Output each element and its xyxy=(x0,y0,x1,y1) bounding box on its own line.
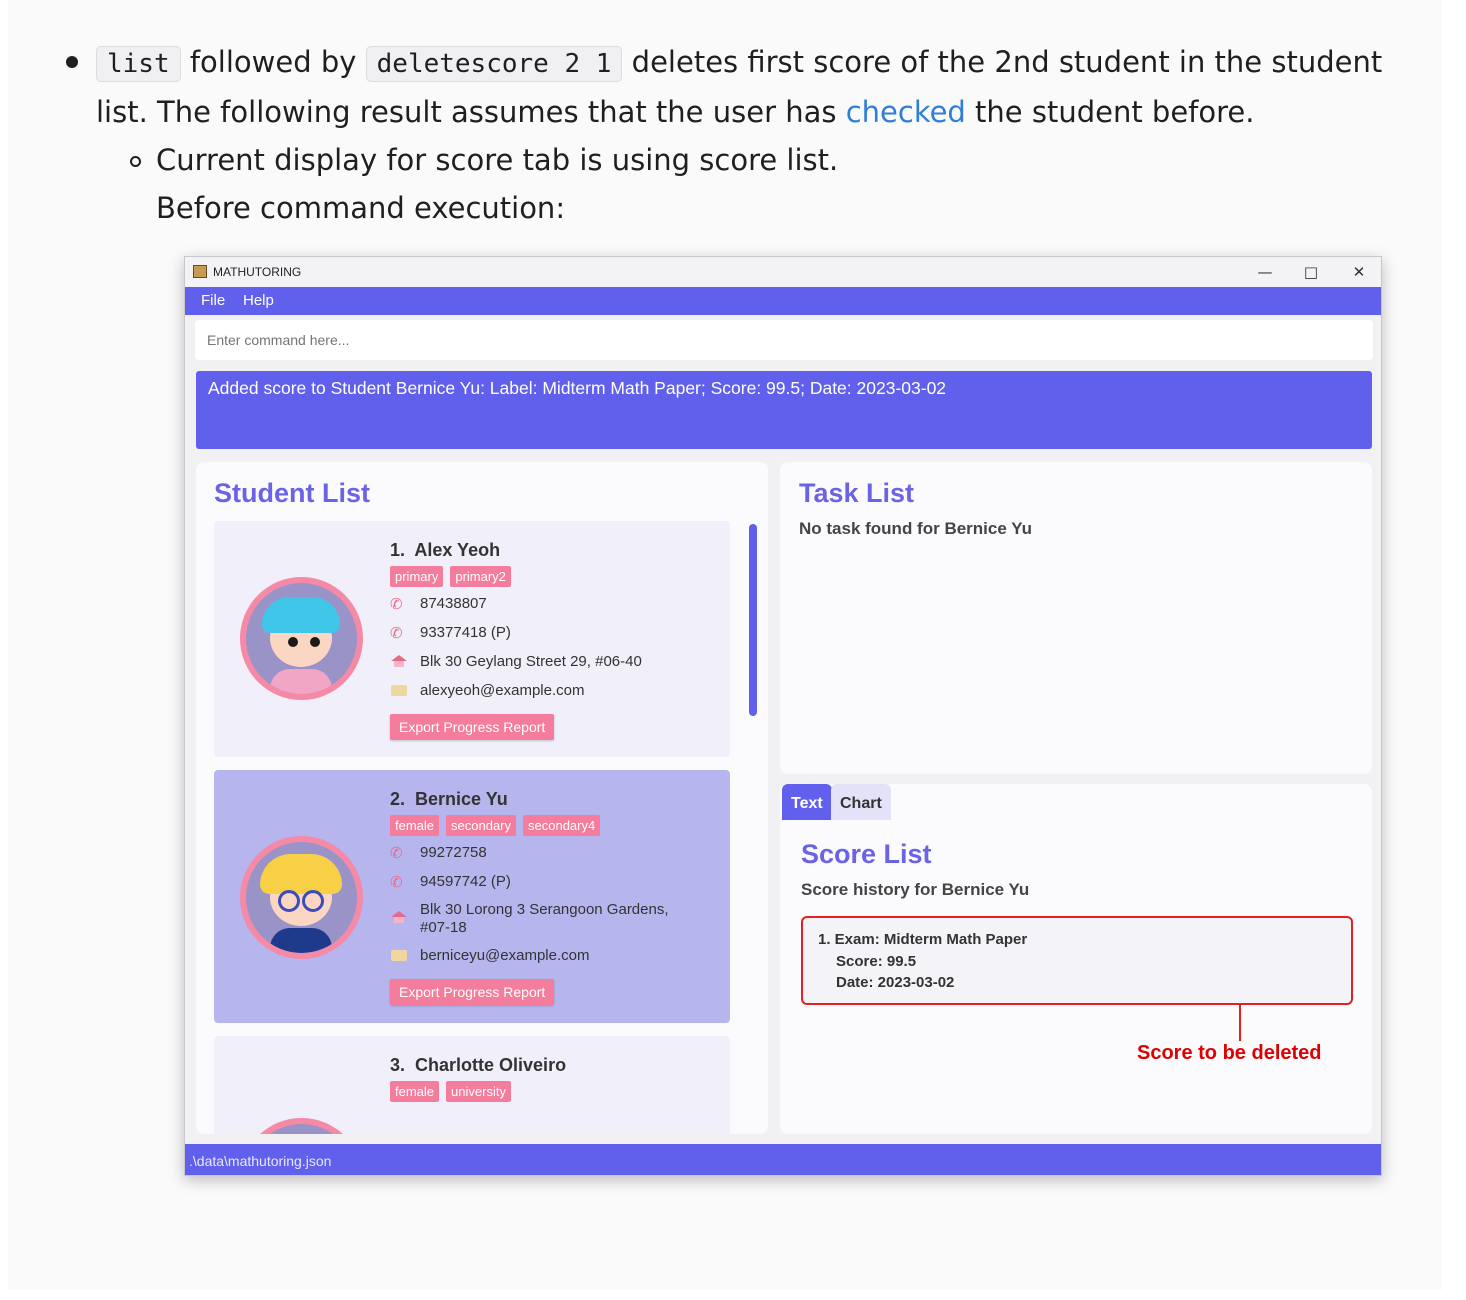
score-date: Date: 2023-03-02 xyxy=(836,974,955,991)
app-window: MATHUTORING — □ ✕ File Help Added score … xyxy=(184,256,1382,1176)
tag-list: primary primary2 xyxy=(390,566,511,587)
bullet-marker xyxy=(66,56,78,68)
bullet-text-1: followed by xyxy=(189,45,357,79)
close-icon[interactable]: ✕ xyxy=(1339,261,1379,283)
student-name: 1. Alex Yeoh xyxy=(390,540,501,560)
score-exam: 1. Exam: Midterm Math Paper xyxy=(818,931,1028,948)
phone-icon: ✆ xyxy=(390,625,403,642)
student-card[interactable]: 3. Charlotte Oliveiro female university xyxy=(214,1036,730,1134)
tab-chart[interactable]: Chart xyxy=(831,784,891,820)
tag-list: female secondary secondary4 xyxy=(390,815,601,836)
score-value: Score: 99.5 xyxy=(836,953,917,970)
tag: secondary xyxy=(446,815,517,836)
bullet-line-2: list. The following result assumes that … xyxy=(96,92,1254,132)
tag: primary xyxy=(390,566,444,587)
menu-bar: File Help xyxy=(185,287,1381,315)
tag: secondary4 xyxy=(523,815,601,836)
avatar xyxy=(240,577,363,700)
code-list: list xyxy=(96,46,181,82)
tag: university xyxy=(446,1081,511,1102)
tab-text[interactable]: Text xyxy=(782,784,832,820)
minimize-icon[interactable]: — xyxy=(1245,261,1285,283)
window-title: MATHUTORING xyxy=(213,265,302,279)
menu-help[interactable]: Help xyxy=(243,292,274,309)
house-icon xyxy=(390,653,408,669)
callout-connector xyxy=(1239,1005,1241,1041)
student-card-selected[interactable]: 2. Bernice Yu female secondary secondary… xyxy=(214,770,730,1023)
student-list-scrollbar[interactable] xyxy=(749,524,757,716)
student-name: 2. Bernice Yu xyxy=(390,789,508,809)
tag: female xyxy=(390,1081,440,1102)
mail-icon xyxy=(390,682,408,698)
app-icon xyxy=(193,265,207,278)
phone-icon: ✆ xyxy=(390,874,403,891)
result-display: Added score to Student Bernice Yu: Label… xyxy=(196,371,1372,449)
command-input[interactable] xyxy=(195,320,1373,360)
sub-bullet-line2: Before command execution: xyxy=(156,191,566,225)
export-progress-report-button[interactable]: Export Progress Report xyxy=(390,714,555,740)
avatar xyxy=(240,836,363,959)
bullet-text-2: deletes first score of the 2nd student i… xyxy=(631,45,1383,79)
checked-link[interactable]: checked xyxy=(846,95,966,129)
tag: female xyxy=(390,815,440,836)
code-deletescore: deletescore 2 1 xyxy=(365,46,623,82)
avatar xyxy=(240,1118,363,1134)
task-list-panel: Task List No task found for Bernice Yu xyxy=(780,462,1372,774)
bullet-line-1: list followed by deletescore 2 1 deletes… xyxy=(96,42,1382,84)
tag: primary2 xyxy=(450,566,511,587)
maximize-icon[interactable]: □ xyxy=(1291,261,1331,283)
status-bar: .\data\mathutoring.json xyxy=(185,1144,1381,1175)
callout-label: Score to be deleted xyxy=(1137,1042,1322,1064)
student-list-panel: Student List 1. Alex Yeoh primary primar… xyxy=(196,462,768,1134)
phone-icon: ✆ xyxy=(390,845,403,862)
tag-list: female university xyxy=(390,1081,511,1102)
export-progress-report-button[interactable]: Export Progress Report xyxy=(390,979,555,1005)
mail-icon xyxy=(390,947,408,963)
score-list-title: Score List xyxy=(801,839,932,869)
student-card[interactable]: 1. Alex Yeoh primary primary2 ✆ 87438807… xyxy=(214,521,730,757)
phone-icon: ✆ xyxy=(390,596,403,613)
sub-bullet-text: Current display for score tab is using s… xyxy=(156,143,839,177)
title-bar: MATHUTORING — □ ✕ xyxy=(185,257,1381,287)
score-panel: Text Chart Score List Score history for … xyxy=(780,784,1372,1134)
student-list-title: Student List xyxy=(214,478,370,508)
score-list-subtitle: Score history for Bernice Yu xyxy=(801,880,1030,899)
task-list-status: No task found for Bernice Yu xyxy=(799,519,1033,538)
student-name: 3. Charlotte Oliveiro xyxy=(390,1055,567,1075)
line2-before: list. The following result assumes that … xyxy=(96,95,837,129)
house-icon xyxy=(390,909,408,925)
sub-bullet-marker xyxy=(130,156,141,167)
menu-file[interactable]: File xyxy=(201,292,225,309)
line2-after: the student before. xyxy=(975,95,1255,129)
task-list-title: Task List xyxy=(799,478,915,508)
score-entry[interactable]: 1. Exam: Midterm Math Paper Score: 99.5 … xyxy=(801,916,1353,1005)
